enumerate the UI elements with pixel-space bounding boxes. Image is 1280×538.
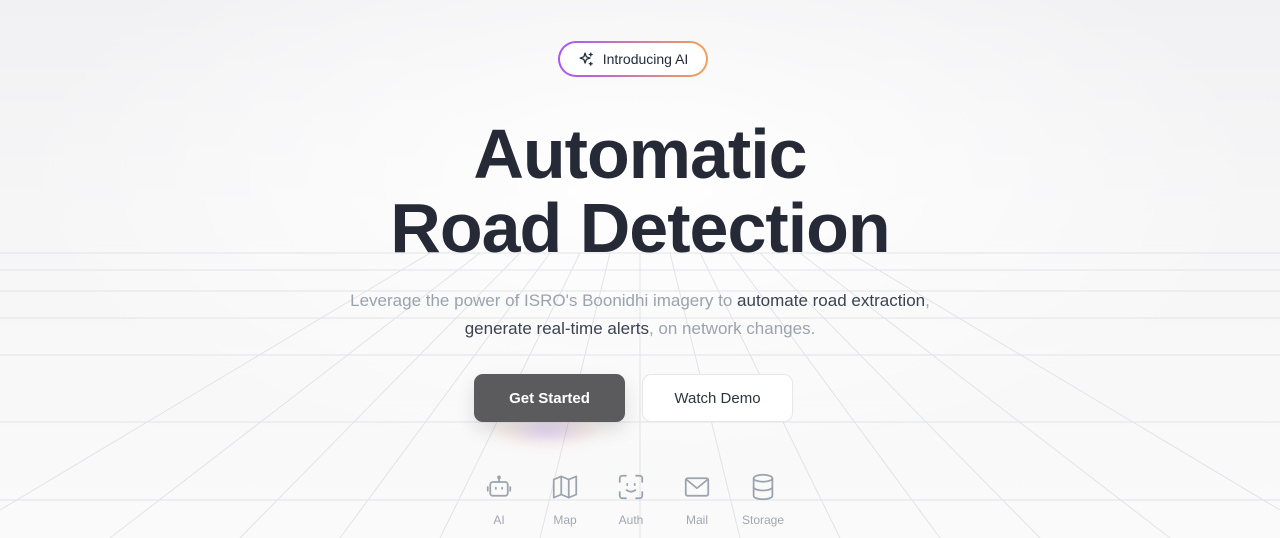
feature-storage[interactable]: Storage: [730, 472, 796, 527]
feature-mail[interactable]: Mail: [664, 472, 730, 527]
hero-subtitle-line-2: generate real-time alerts, on network ch…: [0, 314, 1280, 343]
feature-label-auth: Auth: [618, 513, 644, 527]
hero-subtitle-line-1: Leverage the power of ISRO's Boonidhi im…: [0, 286, 1280, 315]
database-icon: [748, 472, 778, 502]
hero-section: Introducing AI Automatic Road Detection …: [0, 0, 1280, 538]
watch-demo-button[interactable]: Watch Demo: [642, 374, 793, 422]
feature-label-map: Map: [553, 513, 577, 527]
feature-auth[interactable]: Auth: [598, 472, 664, 527]
feature-icons-row: AI Map Auth Mail Storage: [466, 472, 796, 527]
subtitle-text-end: , on network changes.: [648, 319, 816, 338]
sparkles-icon: [578, 51, 595, 68]
feature-label-storage: Storage: [741, 513, 785, 527]
subtitle-comma: ,: [925, 291, 930, 310]
feature-label-mail: Mail: [685, 513, 708, 527]
mail-icon: [682, 472, 712, 502]
badge-label: Introducing AI: [602, 51, 689, 67]
feature-ai[interactable]: AI: [466, 472, 532, 527]
badge-content: Introducing AI: [560, 43, 706, 75]
subtitle-text: Leverage the power of ISRO's Boonidhi im…: [350, 291, 738, 310]
face-scan-icon: [616, 472, 646, 502]
hero-title-line-2: Road Detection: [390, 189, 890, 267]
subtitle-highlight-alerts: generate real-time alerts: [464, 319, 649, 338]
feature-label-ai: AI: [493, 513, 505, 527]
map-icon: [550, 472, 580, 502]
robot-icon: [484, 472, 514, 502]
introducing-ai-badge[interactable]: Introducing AI: [558, 41, 708, 77]
subtitle-highlight-automate: automate road extraction: [737, 291, 926, 310]
feature-map[interactable]: Map: [532, 472, 598, 527]
hero-title-line-1: Automatic: [473, 115, 807, 193]
get-started-button[interactable]: Get Started: [474, 374, 625, 422]
